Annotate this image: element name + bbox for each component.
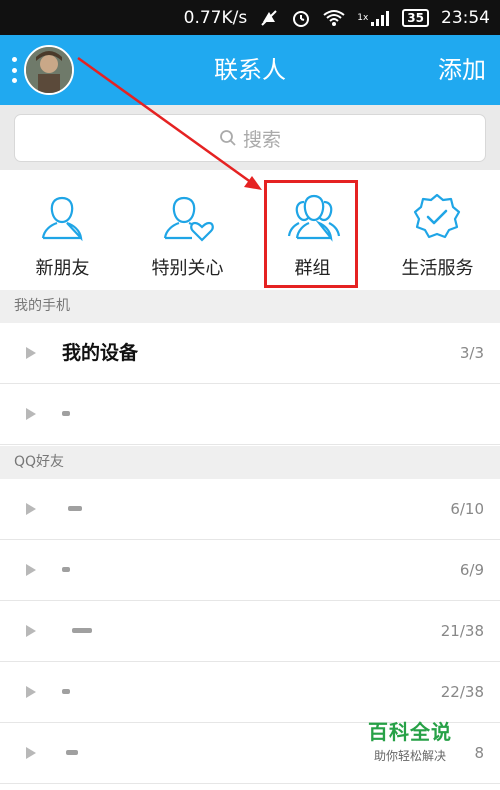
- watermark-main: 百科全说: [368, 720, 452, 744]
- section-header-my-phone: 我的手机: [0, 290, 500, 323]
- search-area: 搜索: [0, 105, 500, 170]
- list-item[interactable]: [0, 384, 500, 445]
- list-item[interactable]: 6/10: [0, 479, 500, 540]
- watermark: 百科全说 助你轻松解决: [360, 716, 460, 764]
- quick-label: 生活服务: [401, 258, 474, 279]
- blurred-label: [62, 689, 70, 694]
- quick-new-friends[interactable]: 新朋友: [0, 170, 125, 290]
- list-item[interactable]: 6/9: [0, 540, 500, 601]
- person-icon: [41, 196, 83, 242]
- wifi-icon: [323, 9, 345, 27]
- list-item[interactable]: 22/38: [0, 662, 500, 723]
- quick-special-care[interactable]: 特别关心: [125, 170, 250, 290]
- quick-life-services[interactable]: 生活服务: [375, 170, 500, 290]
- row-count: 22/38: [440, 683, 484, 701]
- row-count: 6/9: [459, 561, 484, 579]
- list-item[interactable]: 我的设备 3/3: [0, 323, 500, 384]
- row-count: 3/3: [459, 344, 484, 362]
- search-placeholder: 搜索: [242, 128, 281, 151]
- section-header-qq-friends: QQ好友: [0, 446, 500, 479]
- row-count: 21/38: [440, 622, 484, 640]
- row-count: 8: [474, 744, 484, 762]
- blurred-label: [66, 750, 78, 755]
- status-bar: 0.77K/s 1x 35 23:54: [0, 0, 500, 35]
- row-count: 6/10: [450, 500, 484, 518]
- highlight-box: [264, 180, 358, 288]
- person-heart-icon: [163, 196, 214, 242]
- expand-arrow-icon: [26, 747, 36, 759]
- expand-arrow-icon: [26, 564, 36, 576]
- mute-icon: [259, 8, 279, 28]
- expand-arrow-icon: [26, 347, 36, 359]
- blurred-label: [72, 628, 92, 633]
- blurred-label: [68, 506, 82, 511]
- page-title: 联系人: [214, 56, 286, 84]
- watermark-sub: 助你轻松解决: [373, 749, 446, 763]
- network-speed: 0.77K/s: [183, 7, 248, 28]
- expand-arrow-icon: [26, 408, 36, 420]
- search-input[interactable]: 搜索: [14, 114, 486, 162]
- clock: 23:54: [441, 7, 490, 28]
- search-icon: [220, 130, 236, 146]
- battery-icon: 35: [402, 8, 429, 27]
- quick-actions: 新朋友 特别关心 群组 生活服务: [0, 170, 500, 290]
- expand-arrow-icon: [26, 503, 36, 515]
- blurred-label: [62, 411, 70, 416]
- alarm-icon: [291, 8, 311, 28]
- badge-check-icon: [413, 193, 461, 239]
- expand-arrow-icon: [26, 686, 36, 698]
- quick-label: 新朋友: [35, 258, 90, 279]
- row-label: 我的设备: [62, 342, 139, 364]
- quick-label: 特别关心: [151, 258, 224, 279]
- app-header: 联系人 添加: [0, 35, 500, 105]
- signal-icon: 1x: [357, 10, 390, 26]
- expand-arrow-icon: [26, 625, 36, 637]
- add-button[interactable]: 添加: [438, 35, 486, 105]
- blurred-label: [62, 567, 70, 572]
- network-type: 1x: [357, 12, 369, 23]
- list-item[interactable]: 21/38: [0, 601, 500, 662]
